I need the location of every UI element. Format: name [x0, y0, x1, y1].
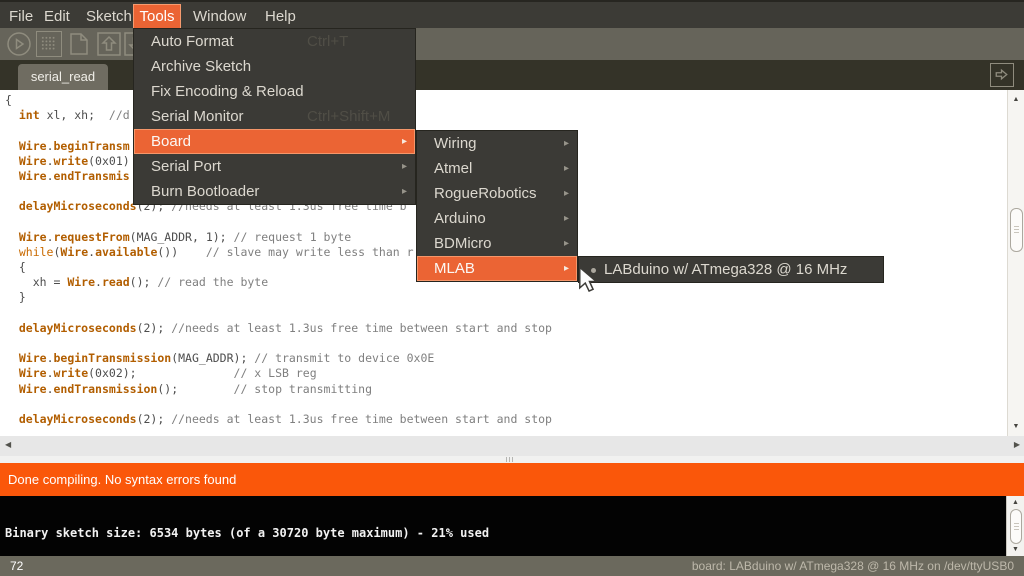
menu-item-roguerobotics[interactable]: RogueRobotics ▸: [417, 181, 577, 206]
tab-serial-read[interactable]: serial_read: [18, 64, 108, 90]
verify-button[interactable]: [6, 31, 32, 57]
code-line: [5, 397, 552, 412]
status-bar: Done compiling. No syntax errors found: [0, 463, 1024, 496]
menu-item-bdmicro[interactable]: BDMicro ▸: [417, 231, 577, 256]
submenu-arrow-icon: ▸: [564, 256, 569, 281]
mouse-cursor-icon: [577, 266, 599, 297]
code-line: Wire.write(0x02); // x LSB reg: [5, 366, 552, 381]
line-number-indicator: 72: [10, 556, 23, 576]
verify-icon: [6, 31, 32, 57]
code-line: }: [5, 290, 552, 305]
menu-sketch[interactable]: Sketch: [77, 4, 141, 30]
menu-item-serial-monitor[interactable]: Serial Monitor Ctrl+Shift+M: [134, 104, 415, 129]
menu-item-label: Serial Port: [151, 154, 221, 179]
menu-item-label: RogueRobotics: [434, 181, 537, 206]
code-line: delayMicroseconds(2); //needs at least 1…: [5, 412, 552, 427]
menu-tools[interactable]: Tools: [133, 4, 181, 30]
menu-item-fix-encoding-reload[interactable]: Fix Encoding & Reload: [134, 79, 415, 104]
arduino-ide-window: FileEditSketchToolsWindowHelp: [0, 0, 1024, 576]
menu-item-label: Board: [151, 129, 191, 154]
scroll-right-icon[interactable]: ▶: [1014, 440, 1020, 449]
scrollbar-thumb[interactable]: [1010, 509, 1022, 544]
menu-item-label: BDMicro: [434, 231, 492, 256]
submenu-arrow-icon: ▸: [564, 131, 569, 156]
splitter-handle[interactable]: [0, 456, 1024, 463]
menu-window[interactable]: Window: [184, 4, 255, 30]
submenu-arrow-icon: ▸: [402, 129, 407, 154]
menu-item-label: Archive Sketch: [151, 54, 251, 79]
code-line: Wire.beginTransmission(MAG_ADDR); // tra…: [5, 351, 552, 366]
submenu-arrow-icon: ▸: [564, 181, 569, 206]
menu-item-board[interactable]: Board ▸: [134, 129, 415, 154]
code-line: delayMicroseconds(2); //needs at least 1…: [5, 321, 552, 336]
console-text: Binary sketch size: 6534 bytes (of a 307…: [5, 526, 489, 541]
mlab-submenu: LABduino w/ ATmega328 @ 16 MHz: [578, 256, 884, 283]
board-port-status: board: LABduino w/ ATmega328 @ 16 MHz on…: [692, 556, 1014, 576]
stop-button[interactable]: [36, 31, 62, 57]
console-output: Binary sketch size: 6534 bytes (of a 307…: [0, 496, 1024, 556]
submenu-arrow-icon: ▸: [564, 206, 569, 231]
submenu-arrow-icon: ▸: [564, 231, 569, 256]
code-line: [5, 336, 552, 351]
menu-item-arduino[interactable]: Arduino ▸: [417, 206, 577, 231]
splitter-grip-icon: [506, 457, 513, 462]
open-button[interactable]: [96, 31, 122, 57]
console-line: Binary sketch size: 6534 bytes (of a 307…: [5, 526, 489, 541]
menu-item-label: Burn Bootloader: [151, 179, 259, 204]
scroll-down-icon[interactable]: ▼: [1007, 546, 1024, 553]
tab-menu-button[interactable]: [990, 63, 1014, 87]
open-icon: [96, 31, 122, 57]
menu-item-archive-sketch[interactable]: Archive Sketch: [134, 54, 415, 79]
submenu-arrow-icon: ▸: [564, 156, 569, 181]
code-line: Wire.endTransmission(); // stop transmit…: [5, 382, 552, 397]
arrow-right-icon: [991, 72, 1012, 89]
menu-item-serial-port[interactable]: Serial Port ▸: [134, 154, 415, 179]
submenu-arrow-icon: ▸: [402, 179, 407, 204]
code-line: [5, 306, 552, 321]
menu-item-label: Fix Encoding & Reload: [151, 79, 304, 104]
new-sketch-button[interactable]: [66, 31, 92, 57]
menu-item-shortcut: Ctrl+T: [307, 29, 348, 54]
menu-item-label: Auto Format: [151, 29, 234, 54]
scroll-up-icon[interactable]: ▲: [1007, 499, 1024, 506]
scroll-left-icon[interactable]: ◀: [5, 440, 11, 449]
menu-item-label: LABduino w/ ATmega328 @ 16 MHz: [604, 257, 847, 282]
menu-item-wiring[interactable]: Wiring ▸: [417, 131, 577, 156]
footer-status-bar: 72 board: LABduino w/ ATmega328 @ 16 MHz…: [0, 556, 1024, 576]
menu-item-label: Wiring: [434, 131, 477, 156]
menu-item-mlab[interactable]: MLAB ▸: [417, 256, 577, 281]
menu-item-labduino-w-atmega328-16-mhz[interactable]: LABduino w/ ATmega328 @ 16 MHz: [579, 257, 883, 282]
board-submenu: Wiring▸Atmel▸RogueRobotics▸Arduino▸BDMic…: [416, 130, 578, 282]
menubar: FileEditSketchToolsWindowHelp: [0, 0, 1024, 28]
menu-help[interactable]: Help: [256, 4, 305, 30]
scrollbar-thumb[interactable]: [1010, 208, 1023, 252]
menu-item-label: Arduino: [434, 206, 486, 231]
menu-item-atmel[interactable]: Atmel ▸: [417, 156, 577, 181]
menu-item-burn-bootloader[interactable]: Burn Bootloader ▸: [134, 179, 415, 204]
scroll-down-icon[interactable]: ▼: [1008, 423, 1024, 430]
editor-vertical-scrollbar[interactable]: ▲ ▼: [1007, 90, 1024, 436]
submenu-arrow-icon: ▸: [402, 154, 407, 179]
menu-edit[interactable]: Edit: [35, 4, 79, 30]
menu-item-label: Atmel: [434, 156, 472, 181]
menu-item-shortcut: Ctrl+Shift+M: [307, 104, 390, 129]
scroll-up-icon[interactable]: ▲: [1008, 96, 1024, 103]
console-scrollbar[interactable]: ▲ ▼: [1006, 496, 1024, 556]
menu-item-label: MLAB: [434, 256, 475, 281]
tools-menu: Auto Format Ctrl+T Archive SketchFix Encod…: [133, 28, 416, 205]
new-sketch-icon: [66, 31, 92, 57]
stop-icon: [41, 36, 56, 51]
menu-item-auto-format[interactable]: Auto Format Ctrl+T: [134, 29, 415, 54]
editor-horizontal-scrollbar[interactable]: ◀ ▶: [0, 436, 1024, 456]
menu-item-label: Serial Monitor: [151, 104, 244, 129]
